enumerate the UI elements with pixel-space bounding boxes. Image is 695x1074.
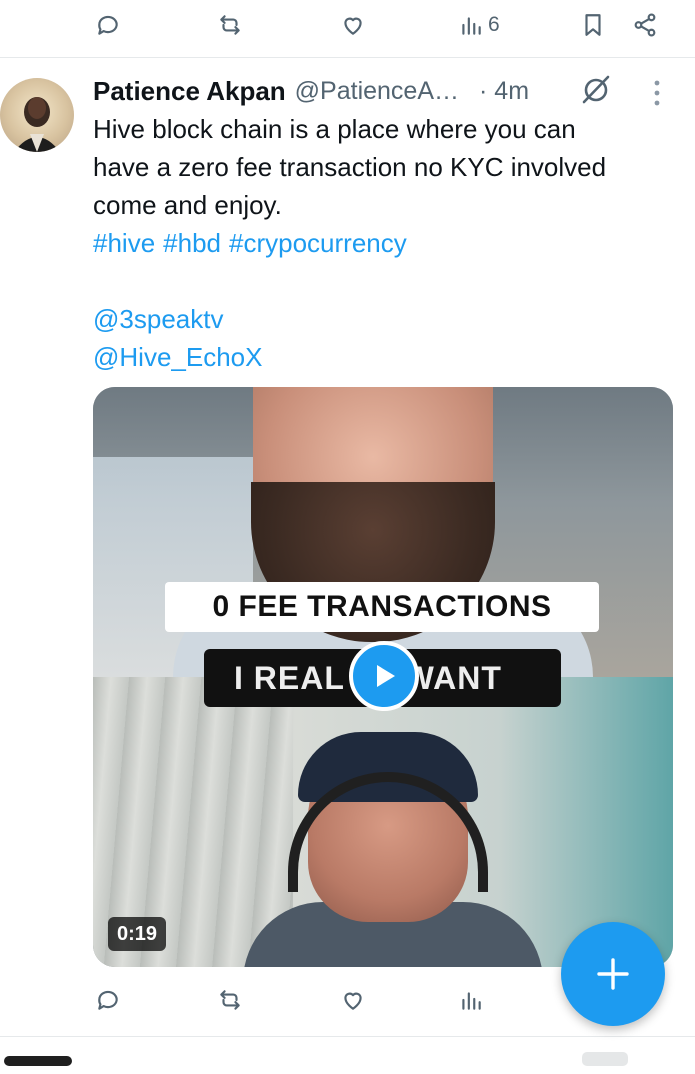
reply-button[interactable] [95,975,121,1025]
next-tweet-fragment [582,1052,628,1066]
like-icon [344,17,362,35]
reply-button[interactable] [95,0,121,50]
video-frame-bottom [93,677,673,967]
author-handle[interactable]: @PatienceA… [295,77,459,106]
tweet-text-line: have a zero fee transaction no KYC invol… [93,152,607,182]
hashtag-link[interactable]: #crypocurrency [229,228,407,258]
next-tweet-peek [0,1052,695,1074]
video-frame-top [93,387,673,677]
compose-fab[interactable] [561,922,665,1026]
retweet-button[interactable] [217,975,243,1025]
like-button[interactable] [340,0,366,50]
retweet-button[interactable] [217,0,243,50]
video-duration: 0:19 [108,917,166,951]
author-name[interactable]: Patience Akpan [93,76,286,107]
views-icon [462,992,481,1010]
hashtag-line: #hive #hbd #crypocurrency [93,224,678,262]
like-icon [344,992,362,1010]
avatar-portrait-icon [14,97,60,152]
share-button[interactable] [632,0,658,50]
bookmark-button[interactable] [580,0,606,50]
video-caption-top: 0 FEE TRANSACTIONS [165,582,599,632]
more-options-icon[interactable] [650,78,664,108]
tweet-divider [0,1036,695,1037]
tweet-body: Hive block chain is a place where you ca… [93,110,678,376]
like-button[interactable] [340,975,366,1025]
tweet-text-line: come and enjoy. [93,190,282,220]
avatar[interactable] [0,78,74,152]
hashtag-link[interactable]: #hbd [163,228,221,258]
views-button[interactable]: 6 [458,0,500,50]
share-icon [634,13,656,37]
reply-icon [98,15,118,35]
grok-icon[interactable] [580,73,612,105]
previous-tweet-action-bar: 6 [0,0,695,50]
tweet-divider [0,57,695,58]
play-icon [377,665,395,687]
mention-link[interactable]: @3speaktv [93,300,678,338]
views-button[interactable] [458,975,484,1025]
tweet-timestamp[interactable]: · 4m [479,77,529,106]
reply-icon [98,990,118,1010]
next-tweet-fragment [4,1056,72,1066]
video-media[interactable]: 0 FEE TRANSACTIONS I REAL WANT 0:19 [93,387,673,967]
tweet-text-line: Hive block chain is a place where you ca… [93,114,576,144]
hashtag-link[interactable]: #hive [93,228,155,258]
retweet-icon [220,990,240,1010]
play-button[interactable] [349,641,419,711]
views-icon [462,17,481,35]
plus-icon [597,958,629,990]
retweet-icon [220,15,240,35]
mention-link[interactable]: @Hive_EchoX [93,338,678,376]
bookmark-icon [585,14,601,36]
views-count: 6 [488,13,500,36]
